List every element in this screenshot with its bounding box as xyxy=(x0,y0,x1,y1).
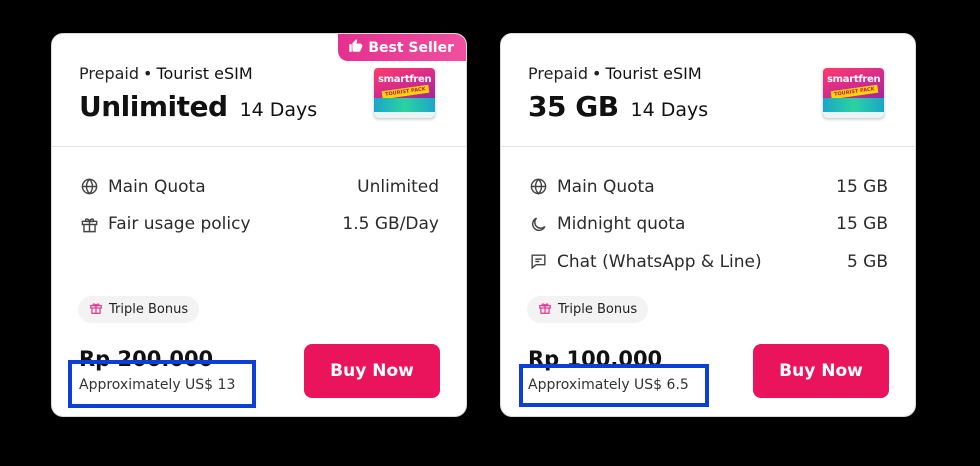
plan-name: 35 GB xyxy=(528,90,619,123)
plan-type: Prepaid xyxy=(79,64,139,83)
sim-card-image: smartfren TOURIST PACK xyxy=(823,68,884,118)
feature-row: Fair usage policy 1.5 GB/Day xyxy=(79,206,439,244)
feature-value: 1.5 GB/Day xyxy=(342,214,439,235)
chat-icon xyxy=(528,252,548,272)
plan-duration: 14 Days xyxy=(239,99,318,121)
divider xyxy=(501,146,915,147)
buy-now-button[interactable]: Buy Now xyxy=(304,344,440,398)
highlight-box xyxy=(519,364,709,407)
bonus-label: Triple Bonus xyxy=(109,302,189,317)
thumbs-up-icon xyxy=(348,38,363,57)
feature-list: Main Quota 15 GB Midnight quota 15 GB Ch… xyxy=(528,168,888,281)
feature-list: Main Quota Unlimited Fair usage policy 1… xyxy=(79,168,439,243)
feature-label: Chat (WhatsApp & Line) xyxy=(557,251,762,272)
moon-icon xyxy=(528,214,548,234)
buy-now-button[interactable]: Buy Now xyxy=(753,344,889,398)
gift-icon xyxy=(89,301,103,319)
plan-type: Prepaid xyxy=(528,64,588,83)
triple-bonus-chip: Triple Bonus xyxy=(527,296,649,323)
plan-subtitle: Prepaid • Tourist eSIM xyxy=(528,64,708,83)
feature-label: Main Quota xyxy=(108,176,206,197)
sim-card-image: smartfren TOURIST PACK xyxy=(374,68,435,118)
feature-value: 15 GB xyxy=(836,176,888,197)
plan-name: Unlimited xyxy=(79,90,228,123)
bonus-label: Triple Bonus xyxy=(558,302,638,317)
gift-icon xyxy=(79,214,99,234)
feature-row: Main Quota 15 GB xyxy=(528,168,888,206)
feature-value: 15 GB xyxy=(836,214,888,235)
best-seller-badge: Best Seller xyxy=(338,34,466,61)
feature-row: Chat (WhatsApp & Line) 5 GB xyxy=(528,243,888,281)
plan-category: Tourist eSIM xyxy=(605,64,702,83)
globe-icon xyxy=(528,177,548,197)
gift-icon xyxy=(538,301,552,319)
plan-category: Tourist eSIM xyxy=(156,64,253,83)
badge-label: Best Seller xyxy=(368,39,454,56)
sim-brand: smartfren xyxy=(378,74,432,85)
divider xyxy=(52,146,466,147)
feature-label: Midnight quota xyxy=(557,214,686,235)
feature-label: Fair usage policy xyxy=(108,214,251,235)
feature-row: Main Quota Unlimited xyxy=(79,168,439,206)
feature-value: 5 GB xyxy=(846,251,888,272)
product-card-35gb[interactable]: Prepaid • Tourist eSIM 35 GB 14 Days smart… xyxy=(500,33,916,417)
separator: • xyxy=(143,64,153,83)
triple-bonus-chip: Triple Bonus xyxy=(78,296,200,323)
globe-icon xyxy=(79,177,99,197)
separator: • xyxy=(592,64,602,83)
feature-label: Main Quota xyxy=(557,176,655,197)
feature-row: Midnight quota 15 GB xyxy=(528,206,888,244)
feature-value: Unlimited xyxy=(357,176,439,197)
plan-duration: 14 Days xyxy=(630,99,709,121)
sim-brand: smartfren xyxy=(827,74,881,85)
highlight-box xyxy=(68,360,256,408)
plan-subtitle: Prepaid • Tourist eSIM xyxy=(79,64,317,83)
